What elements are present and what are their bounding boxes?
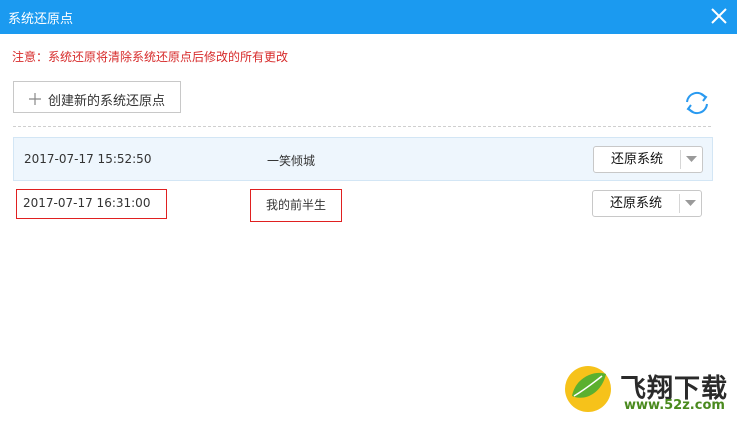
window-title: 系统还原点	[8, 12, 74, 27]
restore-options-dropdown[interactable]	[681, 147, 702, 172]
annotation-box-name	[250, 189, 342, 222]
plus-icon	[28, 91, 42, 105]
restore-point-date: 2017-07-17 15:52:50	[24, 152, 152, 166]
create-restore-point-button[interactable]: 创建新的系统还原点	[13, 81, 181, 113]
restore-system-button[interactable]: 还原系统	[593, 191, 679, 216]
caret-down-icon	[685, 200, 696, 206]
annotation-box-date	[16, 189, 167, 219]
create-restore-point-label: 创建新的系统还原点	[48, 94, 166, 109]
watermark-logo: 飞翔下载 www.52z.com	[560, 360, 737, 424]
warning-text: 注意：系统还原将清除系统还原点后修改的所有更改	[12, 50, 289, 64]
close-icon[interactable]	[707, 4, 731, 28]
title-bar: 系统还原点	[0, 0, 737, 34]
refresh-icon[interactable]	[682, 88, 712, 118]
restore-system-button[interactable]: 还原系统	[594, 147, 680, 172]
leaf-logo-icon	[565, 366, 611, 412]
caret-down-icon	[686, 156, 697, 162]
restore-system-split-button: 还原系统	[592, 190, 702, 217]
restore-point-row[interactable]: 2017-07-17 15:52:50 一笑倾城 还原系统	[13, 137, 713, 181]
restore-options-dropdown[interactable]	[680, 191, 701, 216]
restore-point-name: 一笑倾城	[267, 154, 316, 168]
divider	[13, 126, 711, 127]
watermark-url: www.52z.com	[624, 398, 725, 413]
restore-system-split-button: 还原系统	[593, 146, 703, 173]
